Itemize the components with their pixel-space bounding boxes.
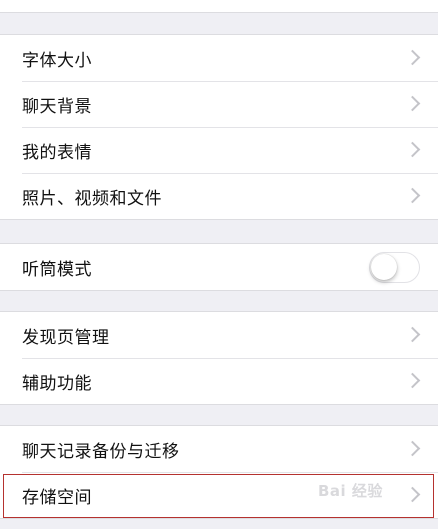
settings-group-general: 字体大小 聊天背景 我的表情 照片、视频和文件	[0, 34, 438, 220]
settings-row-chat-background[interactable]: 聊天背景	[0, 81, 438, 127]
settings-row-label: 照片、视频和文件	[22, 188, 162, 209]
settings-row-label: 听筒模式	[22, 259, 92, 280]
toggle-knob	[371, 253, 397, 280]
baidu-jingyan-watermark: Bai 经验	[318, 482, 383, 500]
chevron-right-icon	[404, 372, 421, 389]
settings-group-storage: 聊天记录备份与迁移 存储空间	[0, 425, 438, 519]
settings-row-label: 字体大小	[22, 50, 92, 71]
settings-row-label: 我的表情	[22, 142, 92, 163]
earpiece-mode-toggle[interactable]	[369, 251, 420, 283]
settings-group-earpiece: 听筒模式	[0, 243, 438, 291]
settings-row-photos-videos-files[interactable]: 照片、视频和文件	[0, 173, 438, 219]
chevron-right-icon	[404, 440, 421, 457]
chevron-right-icon	[404, 486, 421, 503]
chevron-right-icon	[404, 187, 421, 204]
chevron-right-icon	[404, 141, 421, 158]
previous-group-edge	[0, 0, 438, 13]
settings-row-my-stickers[interactable]: 我的表情	[0, 127, 438, 173]
settings-row-label: 辅助功能	[22, 373, 92, 394]
settings-row-chat-backup-migration[interactable]: 聊天记录备份与迁移	[0, 426, 438, 472]
settings-row-label: 发现页管理	[22, 327, 110, 348]
chevron-right-icon	[404, 95, 421, 112]
settings-group-discover: 发现页管理 辅助功能	[0, 311, 438, 405]
settings-row-label: 存储空间	[22, 487, 92, 508]
settings-row-earpiece-mode: 听筒模式	[0, 244, 438, 290]
settings-row-label: 聊天背景	[22, 96, 92, 117]
chevron-right-icon	[404, 326, 421, 343]
settings-row-font-size[interactable]: 字体大小	[0, 35, 438, 81]
settings-row-discover-management[interactable]: 发现页管理	[0, 312, 438, 358]
chevron-right-icon	[404, 49, 421, 66]
settings-row-label: 聊天记录备份与迁移	[22, 441, 180, 462]
settings-row-accessibility[interactable]: 辅助功能	[0, 358, 438, 404]
settings-screen: 字体大小 聊天背景 我的表情 照片、视频和文件 听筒模式 发现页管理 辅助功能 …	[0, 0, 438, 529]
